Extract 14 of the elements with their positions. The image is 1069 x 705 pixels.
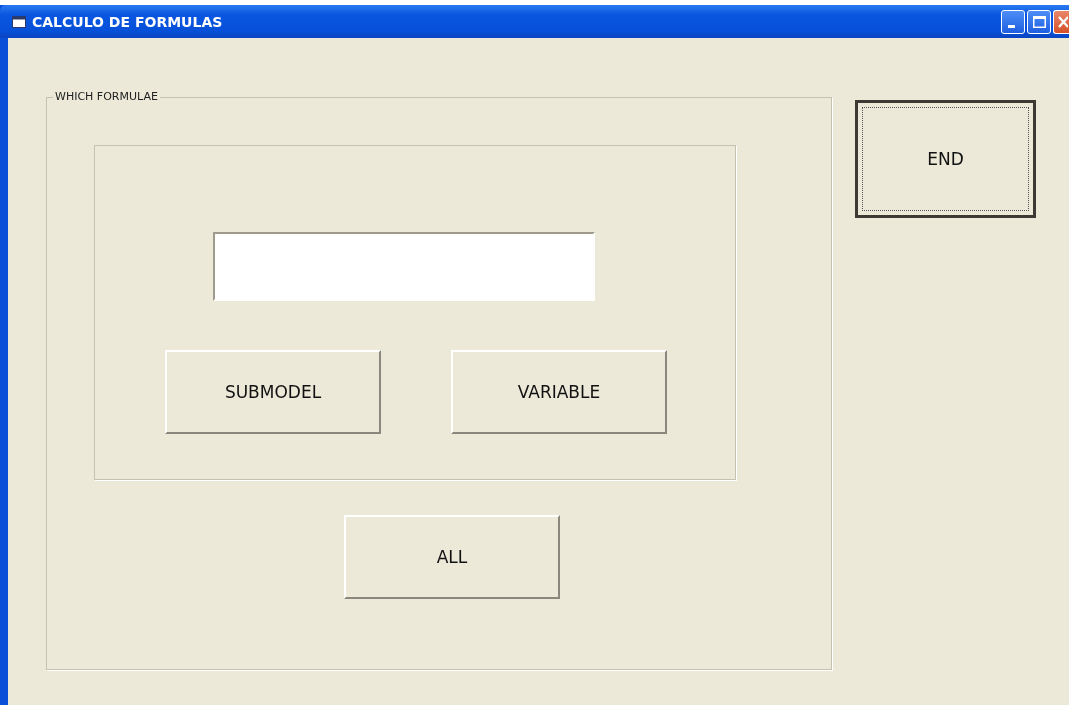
input-field[interactable] xyxy=(213,232,595,301)
window-title: CALCULO DE FORMULAS xyxy=(32,13,224,30)
maximize-button[interactable] xyxy=(1027,9,1051,34)
all-button[interactable]: ALL xyxy=(344,515,560,599)
end-button[interactable]: END xyxy=(855,100,1036,218)
submodel-button[interactable]: SUBMODEL xyxy=(165,350,381,434)
window-icon xyxy=(12,15,26,28)
close-button[interactable] xyxy=(1053,9,1069,34)
minimize-icon xyxy=(1007,24,1015,28)
maximize-icon xyxy=(1032,15,1046,28)
frame-legend: WHICH FORMULAE xyxy=(53,90,160,103)
minimize-button[interactable] xyxy=(1001,9,1025,34)
close-icon xyxy=(1058,15,1068,28)
variable-button[interactable]: VARIABLE xyxy=(451,350,667,434)
